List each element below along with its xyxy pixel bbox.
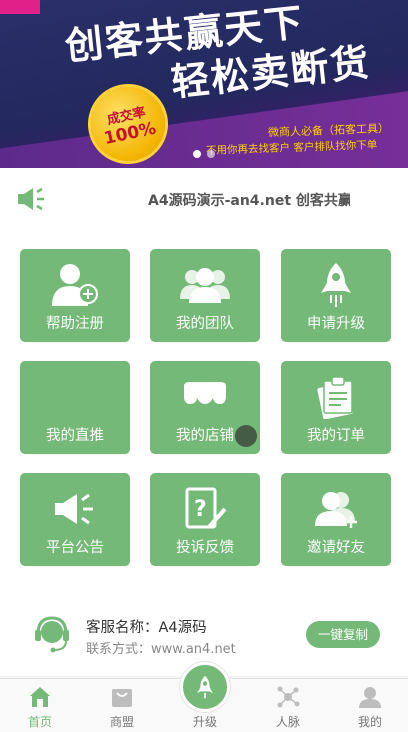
order-icon bbox=[281, 373, 391, 421]
menu-tile-label: 邀请好友 bbox=[307, 540, 365, 556]
megaphone-icon bbox=[20, 485, 130, 533]
menu-tile-invite[interactable]: 邀请好友 bbox=[281, 473, 391, 566]
nav-label: 商盟 bbox=[109, 715, 134, 729]
nav-item-home[interactable]: 首页 bbox=[0, 679, 80, 732]
notice-marquee-text[interactable]: A4源码演示-an4.net 创客共赢 bbox=[148, 190, 350, 210]
shop-bag-icon bbox=[112, 689, 132, 707]
service-contact: 联系方式：www.an4.net bbox=[86, 642, 236, 657]
nav-label: 人脉 bbox=[275, 715, 300, 729]
store-icon bbox=[150, 373, 260, 421]
menu-tile-team[interactable]: 我的团队 bbox=[150, 249, 260, 342]
notice-bar: A4源码演示-an4.net 创客共赢 bbox=[0, 168, 408, 230]
profile-icon bbox=[359, 687, 381, 708]
menu-tile-label: 我的团队 bbox=[176, 316, 234, 332]
menu-tile-label: 我的直推 bbox=[46, 428, 104, 444]
nav-label: 升级 bbox=[192, 715, 217, 729]
nav-label: 我的 bbox=[357, 715, 382, 729]
direct-icon bbox=[20, 373, 130, 421]
menu-tile-label: 投诉反馈 bbox=[176, 540, 234, 556]
svg-text:?: ? bbox=[194, 497, 207, 522]
menu-tile-upgrade[interactable]: 申请升级 bbox=[281, 249, 391, 342]
menu-tile-label: 申请升级 bbox=[307, 316, 365, 332]
rocket-icon bbox=[197, 675, 213, 699]
bottom-nav: 首页 商盟 升级 人脉 我的 bbox=[0, 662, 408, 732]
nav-item-shop[interactable]: 商盟 bbox=[82, 679, 162, 732]
menu-tile-announcement[interactable]: 平台公告 bbox=[20, 473, 130, 566]
app-page: 创客共赢天下 轻松卖断货 成交率 100% 微商人必备（拓客工具） 不用你再去找… bbox=[0, 0, 408, 732]
promo-banner[interactable]: 创客共赢天下 轻松卖断货 成交率 100% 微商人必备（拓客工具） 不用你再去找… bbox=[0, 0, 408, 168]
menu-tile-direct[interactable]: 我的直推 bbox=[20, 361, 130, 454]
headset-icon bbox=[35, 616, 69, 653]
menu-tile-label: 我的订单 bbox=[307, 428, 365, 444]
nav-upgrade-button[interactable] bbox=[180, 662, 230, 712]
menu-tile-label: 帮助注册 bbox=[46, 316, 104, 332]
floating-touch-button[interactable] bbox=[235, 425, 257, 447]
nav-item-profile[interactable]: 我的 bbox=[330, 679, 408, 732]
menu-tile-register[interactable]: 帮助注册 bbox=[20, 249, 130, 342]
nav-item-network[interactable]: 人脉 bbox=[248, 679, 328, 732]
banner-accent-bar bbox=[0, 0, 40, 14]
carousel-dot-1[interactable] bbox=[193, 150, 201, 158]
invite-icon bbox=[281, 485, 391, 533]
home-icon bbox=[30, 687, 50, 707]
menu-tile-feedback[interactable]: ? 投诉反馈 bbox=[150, 473, 260, 566]
menu-tile-label: 平台公告 bbox=[46, 540, 104, 556]
copy-button[interactable]: 一键复制 bbox=[306, 621, 380, 648]
feedback-icon: ? bbox=[150, 485, 260, 533]
menu-grid: 帮助注册 我的团队 申请升级 我的直推 我的店铺 我的订单 平台公告 ? 投诉反… bbox=[0, 230, 408, 600]
rocket-icon bbox=[281, 261, 391, 309]
carousel-indicator bbox=[0, 150, 408, 158]
nav-label: 首页 bbox=[27, 715, 52, 729]
service-name: 客服名称：A4源码 bbox=[86, 620, 207, 636]
speaker-icon bbox=[18, 187, 44, 211]
team-icon bbox=[150, 261, 260, 309]
network-icon bbox=[277, 686, 300, 708]
user-add-icon bbox=[20, 261, 130, 309]
carousel-dot-2[interactable] bbox=[207, 150, 215, 158]
menu-tile-orders[interactable]: 我的订单 bbox=[281, 361, 391, 454]
